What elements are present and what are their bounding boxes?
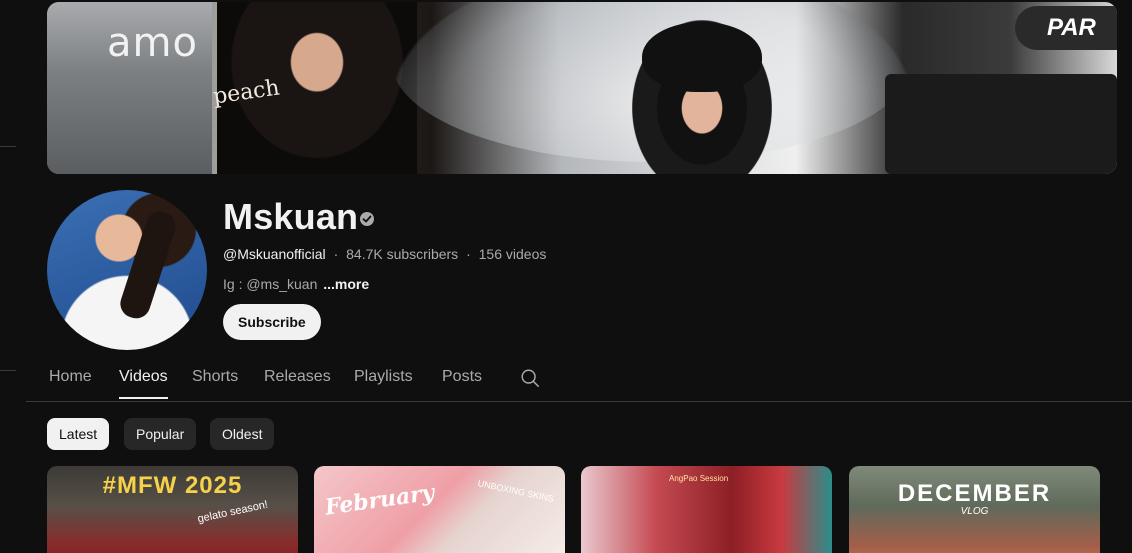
channel-name: Mskuan bbox=[223, 196, 359, 237]
thumbnail-subtitle: VLOG bbox=[960, 506, 989, 517]
banner-corner-sign: PAR bbox=[1015, 6, 1117, 50]
thumbnail-subtitle: AngPao Session bbox=[669, 474, 729, 483]
channel-banner: amo peach PAR bbox=[47, 2, 1117, 174]
video-thumbnail[interactable]: DECEMBER VLOG bbox=[849, 466, 1100, 553]
channel-page: amo peach PAR Mskuan @Mskuanofficial · 8… bbox=[0, 0, 1132, 553]
channel-avatar[interactable] bbox=[47, 190, 207, 350]
video-thumbnail[interactable]: AngPao Session bbox=[581, 466, 832, 553]
meta-separator: · bbox=[466, 246, 471, 262]
tab-releases[interactable]: Releases bbox=[264, 356, 331, 400]
tab-posts[interactable]: Posts bbox=[442, 356, 482, 400]
channel-description[interactable]: Ig : @ms_kuan ...more bbox=[223, 276, 369, 292]
search-icon[interactable] bbox=[519, 367, 541, 389]
subscriber-count: 84.7K subscribers bbox=[346, 246, 459, 262]
thumbnail-subtitle: gelato season! bbox=[196, 498, 270, 526]
more-link[interactable]: ...more bbox=[323, 276, 369, 292]
tab-home[interactable]: Home bbox=[49, 356, 92, 400]
tab-videos[interactable]: Videos bbox=[119, 356, 168, 400]
description-text: Ig : @ms_kuan bbox=[223, 276, 318, 292]
tabs-divider bbox=[26, 401, 1132, 402]
subscribe-button[interactable]: Subscribe bbox=[223, 304, 321, 340]
thumbnail-title: DECEMBER bbox=[897, 480, 1052, 507]
sidebar-divider bbox=[0, 146, 16, 147]
sidebar-divider bbox=[0, 370, 16, 371]
channel-handle[interactable]: @Mskuanofficial bbox=[223, 246, 326, 262]
chip-popular[interactable]: Popular bbox=[124, 418, 197, 450]
video-thumbnail[interactable]: February UNBOXING SKINS bbox=[314, 466, 565, 553]
banner-bag bbox=[885, 74, 1117, 174]
thumbnail-title: #MFW 2025 bbox=[102, 472, 243, 499]
tab-playlists[interactable]: Playlists bbox=[354, 356, 413, 400]
banner-bucket-hat bbox=[642, 22, 762, 92]
channel-meta: @Mskuanofficial · 84.7K subscribers · 15… bbox=[223, 246, 546, 262]
video-count: 156 videos bbox=[478, 246, 547, 262]
chip-oldest[interactable]: Oldest bbox=[210, 418, 275, 450]
video-thumbnail[interactable]: #MFW 2025 gelato season! bbox=[47, 466, 298, 553]
meta-separator: · bbox=[333, 246, 339, 262]
tab-shorts[interactable]: Shorts bbox=[192, 356, 238, 400]
avatar-braid bbox=[116, 208, 180, 322]
verified-icon bbox=[360, 212, 374, 226]
banner-store-sign: amo bbox=[107, 20, 198, 66]
chip-latest[interactable]: Latest bbox=[47, 418, 110, 450]
